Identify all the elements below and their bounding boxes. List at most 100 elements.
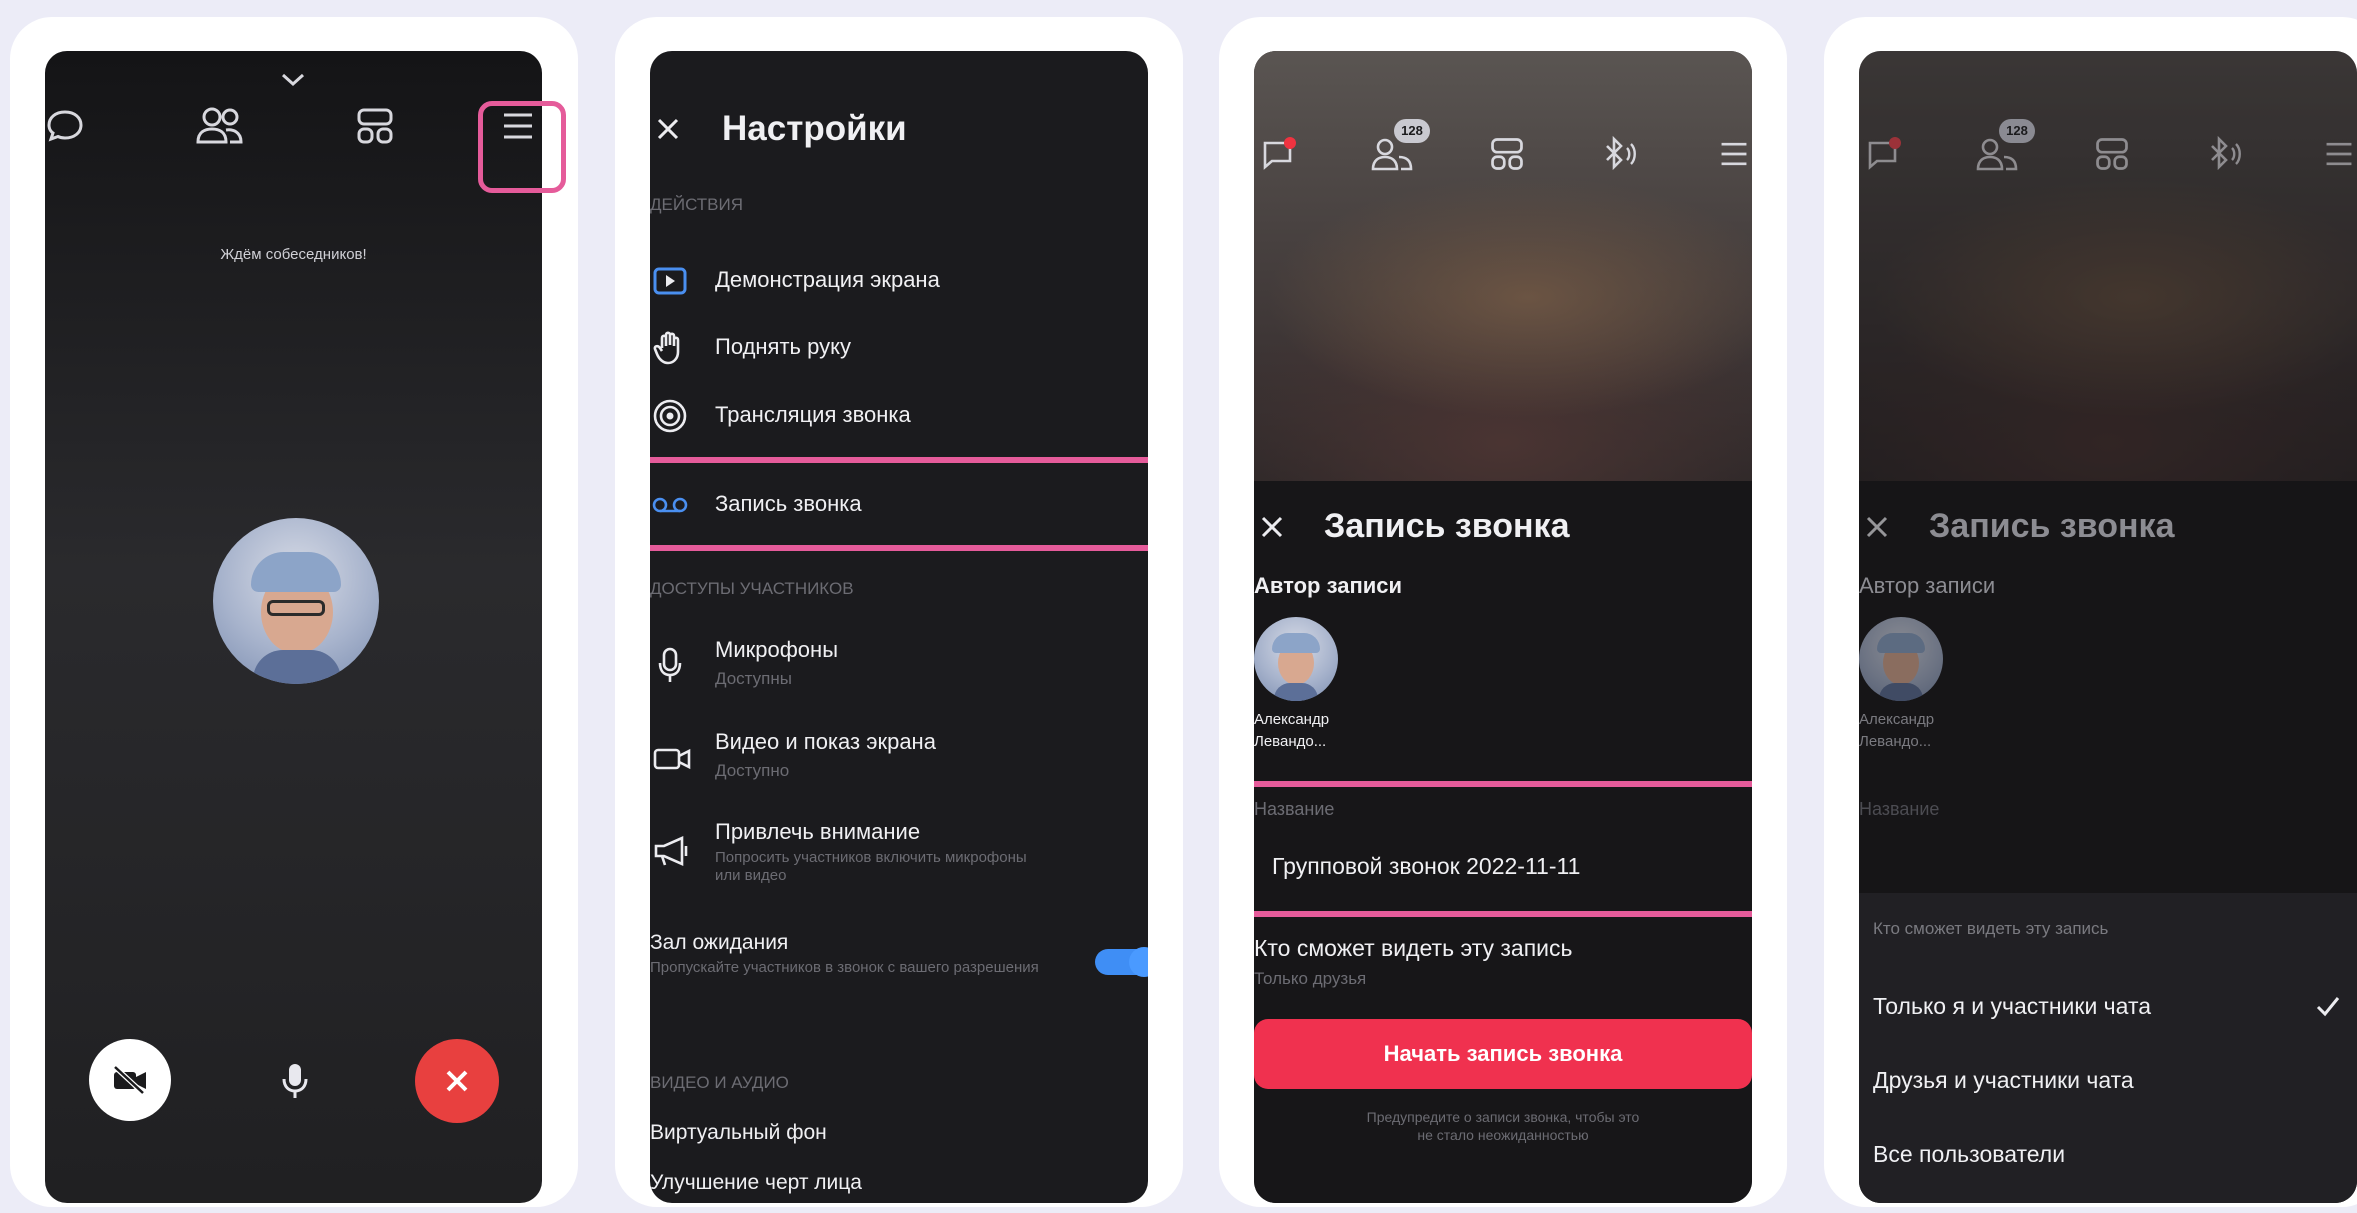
record-call-screen: 128 Запись звонка Автор записи Александр…: [1254, 51, 1752, 1203]
waiting-room-toggle[interactable]: [1095, 947, 1148, 977]
layout-grid-icon[interactable]: [2087, 129, 2137, 179]
chat-icon[interactable]: [1859, 129, 1909, 179]
visibility-value: Только друзья: [1254, 969, 1367, 988]
phone-card-1: Ждём собеседников!: [10, 17, 578, 1207]
warning-text: Предупредите о записи звонка, чтобы это: [1366, 1109, 1640, 1125]
close-icon: [446, 1070, 468, 1092]
chevron-down-icon[interactable]: [273, 65, 313, 95]
phone-card-2: Настройки ДЕЙСТВИЯ Демонстрация экрана П…: [615, 17, 1183, 1207]
avatar: [213, 518, 379, 684]
highlight-line-top: [1254, 781, 1752, 787]
waiting-room-row[interactable]: Зал ожидания Пропускайте участников в зв…: [650, 919, 1148, 999]
raise-hand-icon: [650, 328, 690, 368]
start-recording-button[interactable]: Начать запись звонка: [1254, 1019, 1752, 1089]
menu-item-face-enhancement[interactable]: Улучшение черт лица: [650, 1171, 862, 1195]
call-screen: Ждём собеседников!: [45, 51, 542, 1203]
participants-badge: 128: [1394, 119, 1430, 143]
option-friends[interactable]: Друзья и участники чата: [1859, 1049, 2357, 1109]
author-label: Автор записи: [1859, 573, 1996, 598]
layout-grid-icon[interactable]: [345, 96, 405, 156]
option-label: Друзья и участники чата: [1873, 1067, 2134, 1093]
dropdown-label: Кто сможет видеть эту запись: [1873, 919, 2109, 938]
menu-item-sub: Доступны: [715, 669, 792, 688]
section-header: ДЕЙСТВИЯ: [650, 195, 744, 214]
close-icon[interactable]: [1859, 509, 1895, 545]
menu-item-screen-share[interactable]: Демонстрация экрана: [650, 251, 1148, 311]
menu-item-label: Привлечь внимание: [715, 819, 921, 844]
warning-text: не стало неожиданностью: [1417, 1127, 1589, 1143]
screen-share-icon: [650, 261, 690, 301]
close-icon[interactable]: [1254, 509, 1290, 545]
camera-icon: [650, 739, 694, 779]
microphone-icon: [282, 1064, 308, 1098]
menu-item-label: Видео и показ экрана: [715, 729, 936, 754]
camera-off-icon: [113, 1065, 146, 1095]
camera-off-button[interactable]: [89, 1039, 171, 1121]
highlight-line-bottom: [650, 545, 1148, 551]
menu-item-label: Трансляция звонка: [715, 402, 911, 427]
waiting-room-label: Зал ожидания: [650, 931, 789, 954]
access-item-microphones[interactable]: Микрофоны Доступны: [650, 629, 1148, 709]
waiting-room-sub: Пропускайте участников в звонок с вашего…: [650, 959, 1039, 976]
section-header: ДОСТУПЫ УЧАСТНИКОВ: [650, 579, 854, 598]
sheet-title: Запись звонка: [1324, 507, 1570, 545]
checkmark-icon: [2311, 991, 2345, 1021]
bluetooth-audio-icon[interactable]: [2199, 129, 2249, 179]
menu-item-label: Демонстрация экрана: [715, 267, 940, 292]
access-item-video[interactable]: Видео и показ экрана Доступно: [650, 721, 1148, 801]
bluetooth-audio-icon[interactable]: [1594, 129, 1644, 179]
author-name: Александр: [1254, 711, 1330, 728]
option-label: Все пользователи: [1873, 1141, 2066, 1167]
menu-item-broadcast[interactable]: Трансляция звонка: [650, 386, 1148, 446]
option-everyone[interactable]: Все пользователи: [1859, 1123, 2357, 1183]
record-sheet: Запись звонка Автор записи Александр Лев…: [1859, 481, 2357, 1203]
microphone-icon: [650, 643, 690, 687]
status-text: Ждём собеседников!: [220, 246, 367, 263]
phone-card-3: 128 Запись звонка Автор записи Александр…: [1219, 17, 1787, 1207]
highlight-line-bottom: [1254, 911, 1752, 917]
menu-item-label: Поднять руку: [715, 334, 851, 359]
chat-icon[interactable]: [45, 91, 95, 161]
name-label: Название: [1859, 799, 1940, 819]
author-name: Александр: [1859, 711, 1935, 728]
menu-item-raise-hand[interactable]: Поднять руку: [650, 318, 1148, 378]
settings-screen: Настройки ДЕЙСТВИЯ Демонстрация экрана П…: [650, 51, 1148, 1203]
record-sheet: Запись звонка Автор записи Александр Лев…: [1254, 481, 1752, 1203]
menu-item-label: Запись звонка: [715, 491, 862, 516]
page-title: Настройки: [722, 109, 907, 148]
access-item-attention[interactable]: Привлечь внимание Попросить участников в…: [650, 811, 1148, 901]
sheet-title: Запись звонка: [1929, 507, 2175, 545]
menu-item-record[interactable]: Запись звонка: [650, 469, 1148, 539]
menu-item-virtual-background[interactable]: Виртуальный фон: [650, 1121, 827, 1145]
name-label: Название: [1254, 799, 1335, 819]
end-call-button[interactable]: [415, 1039, 499, 1123]
visibility-dropdown: Кто сможет видеть эту запись Только я и …: [1859, 893, 2357, 1203]
layout-grid-icon[interactable]: [1482, 129, 1532, 179]
start-recording-label: Начать запись звонка: [1383, 1041, 1623, 1066]
author-avatar: [1254, 617, 1338, 701]
microphone-button[interactable]: [267, 1051, 323, 1111]
visibility-label: Кто сможет видеть эту запись: [1254, 935, 1573, 961]
author-name: Левандо...: [1859, 733, 1932, 750]
section-header: ВИДЕО И АУДИО: [650, 1073, 789, 1092]
chat-icon[interactable]: [1254, 129, 1304, 179]
name-input[interactable]: Групповой звонок 2022-11-11: [1272, 853, 1580, 880]
participants-icon[interactable]: [185, 96, 255, 156]
menu-item-label: Микрофоны: [715, 637, 839, 662]
highlight-line-top: [650, 457, 1148, 463]
broadcast-icon: [650, 396, 690, 436]
record-visibility-screen: 128 Запись звонка Автор записи Александр…: [1859, 51, 2357, 1203]
close-icon[interactable]: [650, 111, 686, 147]
menu-icon[interactable]: [2314, 129, 2357, 179]
phone-card-4: 128 Запись звонка Автор записи Александр…: [1824, 17, 2357, 1207]
menu-highlight: [478, 101, 566, 193]
option-only-me[interactable]: Только я и участники чата: [1859, 975, 2357, 1035]
menu-item-sub: Доступно: [715, 761, 790, 780]
author-avatar: [1859, 617, 1943, 701]
participants-badge: 128: [1999, 119, 2035, 143]
menu-icon[interactable]: [1709, 129, 1752, 179]
record-icon: [650, 485, 690, 525]
visibility-select[interactable]: Кто сможет видеть эту запись Только друз…: [1254, 925, 1752, 997]
author-name: Левандо...: [1254, 733, 1327, 750]
menu-item-sub: Попросить участников включить микрофоны …: [715, 849, 1027, 884]
